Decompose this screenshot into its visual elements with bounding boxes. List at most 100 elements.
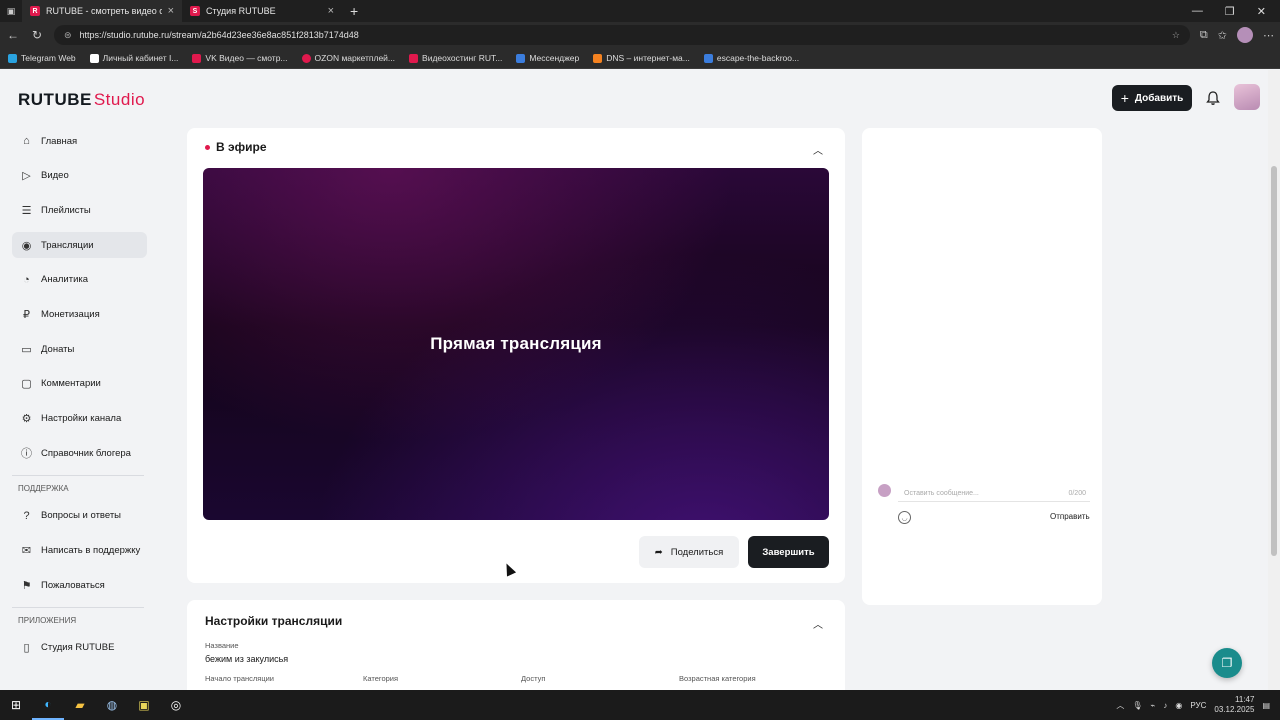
sidebar-item-studio-app[interactable]: ▯ Студия RUTUBE [12, 635, 147, 661]
donate-icon: ▭ [21, 343, 32, 356]
sidebar-item-comments[interactable]: ▢ Комментарии [12, 371, 147, 397]
bookmark-star-icon[interactable]: ☆ [1172, 30, 1180, 41]
sidebar-item-home[interactable]: ⌂ Главная [12, 128, 147, 154]
tray-chevron-icon[interactable]: ︿ [1116, 700, 1124, 711]
live-status: В эфире [205, 140, 267, 154]
window-menu-icon[interactable]: ▣ [0, 6, 22, 17]
language-indicator[interactable]: РУС [1190, 701, 1206, 710]
bookmark-dns[interactable]: DNS – интернет-ма... [593, 53, 690, 63]
bookmark-icon [301, 53, 311, 63]
sidebar-item-broadcasts[interactable]: ◉ Трансляции [12, 232, 147, 259]
close-tab-icon[interactable]: × [168, 5, 174, 17]
bookmark-icon [89, 53, 99, 63]
notifications-icon[interactable]: ▤ [1262, 701, 1270, 710]
bookmark-escape[interactable]: escape-the-backroo... [703, 53, 799, 63]
sidebar-item-monetization[interactable]: ₽ Монетизация [12, 301, 147, 327]
collapse-chevron-icon[interactable]: ︿ [813, 142, 823, 157]
page-scrollbar[interactable] [1268, 70, 1280, 690]
sidebar-item-report[interactable]: ⚑ Пожаловаться [12, 572, 147, 598]
bookmark-ozon[interactable]: OZON маркетплей... [301, 53, 395, 63]
browser-tab-rutube[interactable]: R RUTUBE - смотреть видео онла... × [22, 0, 182, 22]
volume-icon[interactable]: ♪ [1163, 701, 1167, 710]
back-icon[interactable]: ← [6, 28, 20, 42]
sidebar-item-analytics[interactable]: ◔ Аналитика [12, 267, 147, 293]
sidebar-item-channel-settings[interactable]: ⚙ Настройки канала [12, 406, 147, 432]
bookmarks-bar: Telegram Web Личный кабинет I... VK Виде… [0, 48, 1280, 69]
browser-address-bar: ← ↻ ⊜ https://studio.rutube.ru/stream/a2… [0, 22, 1280, 48]
share-icon: ➦ [654, 546, 663, 558]
maximize-icon[interactable]: ❐ [1225, 5, 1235, 18]
browser-profile-avatar[interactable] [1237, 27, 1253, 43]
sidebar-item-write-support[interactable]: ✉ Написать в поддержку [12, 538, 147, 564]
comment-icon: ▢ [21, 378, 32, 391]
browser-tab-bar: ▣ R RUTUBE - смотреть видео онла... × S … [0, 0, 1280, 22]
favorites-icon[interactable]: ✩ [1218, 29, 1227, 42]
emoji-icon[interactable]: ◡ [898, 511, 911, 524]
share-button[interactable]: ➦ Поделиться [639, 536, 739, 568]
access-label: Доступ [521, 674, 546, 683]
scrollbar-thumb[interactable] [1271, 166, 1277, 556]
add-button[interactable]: + Добавить [1112, 85, 1192, 111]
player-placeholder-text: Прямая трансляция [430, 334, 602, 353]
gear-icon: ⚙ [21, 413, 32, 425]
close-window-icon[interactable]: ✕ [1257, 5, 1266, 18]
sidebar-item-video[interactable]: ▷ Видео [12, 163, 147, 189]
bookmark-cabinet[interactable]: Личный кабинет I... [89, 53, 178, 63]
windows-start-icon[interactable]: ⊞ [0, 690, 32, 720]
reload-icon[interactable]: ↻ [30, 28, 44, 42]
send-button[interactable]: Отправить [1050, 512, 1090, 521]
url-input[interactable]: ⊜ https://studio.rutube.ru/stream/a2b64d… [54, 25, 1190, 45]
sidebar-item-faq[interactable]: ? Вопросы и ответы [12, 503, 147, 529]
bell-icon[interactable] [1205, 90, 1221, 106]
more-menu-icon[interactable]: ⋯ [1263, 29, 1274, 42]
url-text: https://studio.rutube.ru/stream/a2b64d23… [79, 30, 359, 40]
obs-icon[interactable]: ◎ [160, 690, 192, 720]
bookmark-messenger[interactable]: Мессенджер [516, 53, 579, 63]
sidebar-item-donations[interactable]: ▭ Донаты [12, 336, 147, 362]
sidebar-item-blogger-guide[interactable]: ⓘ Справочник блогера [12, 440, 147, 466]
sidebar-support-heading: ПОДДЕРЖКА [18, 483, 69, 493]
support-chat-icon[interactable]: ❐ [1212, 648, 1242, 678]
window-controls: — ❐ ✕ [1192, 5, 1280, 18]
site-info-icon[interactable]: ⊜ [64, 30, 72, 41]
category-label: Категория [363, 674, 399, 683]
start-label: Начало трансляции [205, 674, 274, 683]
info-icon: ⓘ [21, 448, 32, 461]
live-indicator-icon [205, 144, 210, 150]
question-icon: ? [23, 509, 30, 522]
bookmark-vk-video[interactable]: VK Видео — смотр... [192, 53, 288, 63]
game-app-icon[interactable]: ▣ [128, 690, 160, 720]
chat-message-input[interactable]: Оставить сообщение... 0/200 [898, 486, 1090, 502]
studio-page: RUTUBE Studio + Добавить ⌂ Главная ▷ Видео ☰… [0, 70, 1268, 690]
stream-player[interactable]: Прямая трансляция [203, 168, 829, 520]
browser-tab-studio[interactable]: S Студия RUTUBE × [182, 0, 342, 22]
chat-panel: Оставить сообщение... 0/200 ◡ Отправить [862, 128, 1102, 605]
file-explorer-icon[interactable]: ▰ [64, 690, 96, 720]
live-stream-card: В эфире ︿ Прямая трансляция ➦ Поделиться … [187, 128, 845, 583]
close-tab-icon[interactable]: × [328, 5, 334, 17]
edge-browser-icon[interactable]: ◐ [32, 690, 64, 720]
bookmark-icon [8, 53, 17, 63]
sidebar-divider [12, 606, 144, 608]
steam-icon[interactable]: ◍ [96, 690, 128, 720]
stream-settings-card: Настройки трансляции ︿ Название бежим из… [187, 600, 845, 690]
home-icon: ⌂ [23, 135, 30, 147]
finish-stream-button[interactable]: Завершить [748, 536, 829, 568]
chat-char-counter: 0/200 [1068, 490, 1086, 497]
bookmark-icon [409, 53, 419, 63]
system-clock[interactable]: 11:47 03.12.2025 [1214, 695, 1254, 715]
split-view-icon[interactable]: ⧉ [1200, 29, 1208, 42]
rutube-studio-logo[interactable]: RUTUBE Studio [18, 90, 145, 110]
bookmark-rutube[interactable]: Видеохостинг RUT... [409, 53, 502, 63]
new-tab-icon[interactable]: + [342, 3, 366, 19]
name-label: Название [205, 641, 239, 650]
minimize-icon[interactable]: — [1192, 5, 1203, 18]
network-icon[interactable]: ⌁ [1151, 701, 1156, 710]
sidebar-item-playlists[interactable]: ☰ Плейлисты [12, 197, 147, 223]
tray-app-icon[interactable]: ◉ [1175, 701, 1182, 710]
collapse-chevron-icon[interactable]: ︿ [813, 616, 823, 631]
user-avatar[interactable] [1234, 84, 1260, 110]
bookmark-telegram[interactable]: Telegram Web [8, 53, 76, 63]
microphone-icon[interactable]: 🎙 [1132, 701, 1142, 710]
bookmark-icon [192, 53, 202, 63]
